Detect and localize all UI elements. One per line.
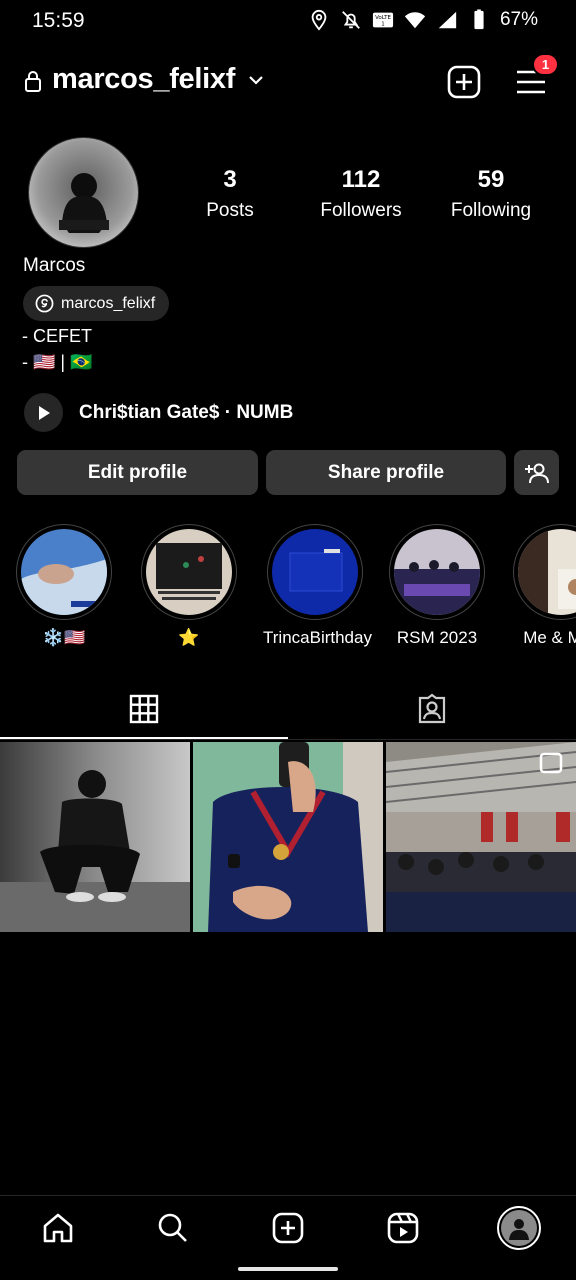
notification-badge: 1: [532, 53, 559, 76]
highlight-item[interactable]: Me & Mys: [511, 524, 576, 648]
highlight-cover: [21, 529, 107, 615]
create-icon[interactable]: [268, 1208, 308, 1248]
posts-count: 3: [223, 166, 237, 193]
highlight-label: RSM 2023: [396, 628, 478, 647]
lock-icon: [25, 71, 41, 92]
home-indicator: [238, 1267, 338, 1271]
highlight-label: ⭐: [178, 628, 200, 647]
highlight-item[interactable]: ❄️🇺🇸: [14, 524, 114, 648]
post-thumbnail[interactable]: [386, 742, 576, 932]
followers-count: 112: [341, 166, 381, 193]
following-count: 59: [477, 166, 505, 193]
add-person-icon: [524, 463, 549, 483]
profile-avatar[interactable]: [497, 1206, 541, 1250]
followers-label: Followers: [320, 200, 402, 221]
status-bar: 15:59 VoLTE 1 67%: [0, 0, 576, 44]
following-label: Following: [450, 200, 532, 221]
highlight-cover: [518, 529, 576, 615]
display-name: Marcos: [23, 255, 86, 276]
svg-text:1: 1: [381, 22, 385, 28]
highlight-label: TrincaBirthday: [263, 628, 372, 647]
share-profile-button[interactable]: Share profile: [266, 450, 506, 495]
carousel-icon: [541, 754, 561, 772]
followers-stat[interactable]: 112 Followers: [306, 166, 416, 222]
battery-percent: 67%: [499, 9, 538, 30]
highlight-item[interactable]: TrincaBirthday: [263, 524, 372, 648]
new-post-icon[interactable]: [446, 64, 482, 100]
highlight-cover: [394, 529, 480, 615]
tabs-divider: [0, 739, 576, 740]
profile-avatar[interactable]: [28, 137, 139, 248]
discover-people-button[interactable]: [514, 450, 559, 495]
reels-icon[interactable]: [383, 1208, 423, 1248]
search-icon[interactable]: [153, 1208, 193, 1248]
post-thumbnail[interactable]: [0, 742, 190, 932]
edit-profile-button[interactable]: Edit profile: [17, 450, 258, 495]
bell-off-icon: [340, 9, 362, 31]
threads-badge[interactable]: marcos_felixf: [23, 286, 170, 321]
bio-line-1: - CEFET: [22, 326, 92, 346]
location-icon: [308, 9, 330, 31]
bio-line-2: - 🇺🇸 | 🇧🇷: [22, 352, 93, 372]
tab-tagged[interactable]: [288, 678, 576, 740]
music-track: Chri$tian Gate$ · NUMB: [79, 401, 294, 423]
volte-icon: VoLTE 1: [372, 9, 394, 31]
tab-posts-grid[interactable]: [0, 678, 288, 740]
wifi-icon: [404, 9, 426, 31]
profile-header: marcos_felixf 1: [0, 53, 576, 108]
profile-music[interactable]: Chri$tian Gate$ · NUMB: [24, 393, 293, 432]
account-username[interactable]: marcos_felixf: [52, 63, 235, 96]
home-icon[interactable]: [38, 1208, 78, 1248]
highlight-label: Me & Mys: [523, 628, 576, 647]
highlight-cover: [146, 529, 232, 615]
svg-text:VoLTE: VoLTE: [375, 15, 391, 21]
status-time: 15:59: [32, 9, 85, 32]
grid-icon: [129, 694, 159, 724]
posts-label: Posts: [206, 200, 254, 221]
status-icons: VoLTE 1 67%: [308, 9, 538, 31]
signal-icon: [436, 9, 458, 31]
threads-handle: marcos_felixf: [61, 294, 156, 312]
threads-icon: [35, 294, 54, 313]
post-thumbnail[interactable]: [193, 742, 383, 932]
following-stat[interactable]: 59 Following: [440, 166, 542, 222]
chevron-down-icon[interactable]: [247, 71, 265, 89]
tagged-icon: [418, 693, 446, 724]
highlight-item[interactable]: RSM 2023: [387, 524, 487, 648]
highlight-item[interactable]: ⭐: [139, 524, 239, 648]
highlight-label: ❄️🇺🇸: [42, 628, 86, 647]
battery-icon: [468, 9, 490, 31]
highlight-cover: [272, 529, 358, 615]
posts-stat[interactable]: 3 Posts: [190, 166, 270, 222]
play-icon[interactable]: [24, 393, 63, 432]
